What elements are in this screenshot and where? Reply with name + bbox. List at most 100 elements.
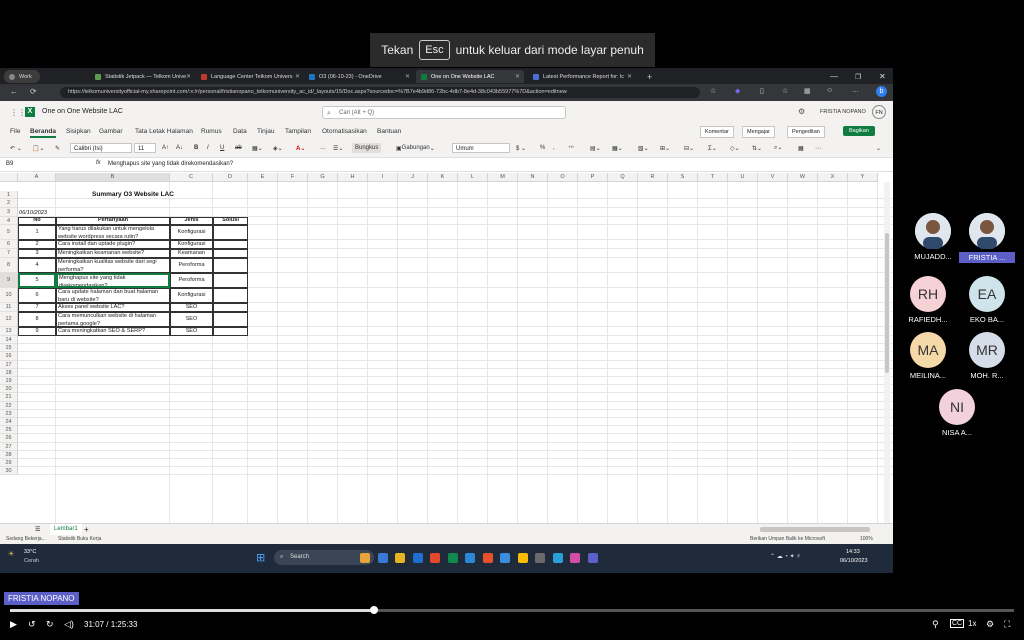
table-cell-type[interactable]: SEO [170, 303, 213, 312]
row-header[interactable]: 28 [0, 450, 18, 459]
column-header[interactable]: R [638, 173, 668, 182]
volume-icon[interactable]: ◁) [64, 619, 74, 630]
table-cell-type[interactable]: Peroforma [170, 258, 213, 273]
table-cell-question[interactable]: Cara meningkatkan SEO & SERP? [56, 327, 170, 336]
more-icon[interactable]: … [852, 87, 859, 94]
favorites-icon[interactable]: ☆ [782, 87, 788, 95]
table-cell-type[interactable]: Keamanan [170, 249, 213, 258]
table-cell-type[interactable]: Konfigurasi [170, 225, 213, 240]
row-header[interactable]: 1 [0, 191, 18, 199]
bold-icon[interactable]: B [194, 143, 198, 153]
shrink-font-icon[interactable]: A↓ [176, 143, 183, 153]
search-box[interactable]: ⌕ Cari (Alt + Q) [322, 106, 566, 119]
table-cell-question[interactable]: Meningkatkan kualitas website dari segi … [56, 258, 170, 273]
row-header[interactable]: 9 [0, 273, 18, 288]
close-tab-icon[interactable]: ✕ [295, 73, 300, 80]
participant-tile[interactable]: FRISTIA ... [959, 213, 1015, 263]
close-tab-icon[interactable]: ✕ [515, 73, 520, 80]
table-cell-question[interactable]: Akses panel website LAC? [56, 303, 170, 312]
app-launcher-icon[interactable]: ⋮⋮ [10, 108, 26, 117]
table-cell-solution[interactable] [213, 303, 248, 312]
settings-icon[interactable]: ⚙ [986, 619, 994, 630]
number-format-select[interactable]: Umum [452, 143, 510, 153]
vertical-scrollbar-thumb[interactable] [885, 233, 889, 373]
menu-tab[interactable]: Gambar [99, 128, 122, 135]
row-header[interactable]: 13 [0, 327, 18, 336]
table-cell-question[interactable]: Cara install dan uptade plugin? [56, 240, 170, 249]
captions-icon[interactable]: CC [950, 619, 965, 628]
collections-icon[interactable]: ▦ [804, 87, 811, 95]
row-header[interactable]: 22 [0, 401, 18, 410]
extension-icon[interactable]: ◆ [735, 87, 740, 95]
minimize-icon[interactable]: — [825, 70, 838, 83]
formula-input[interactable]: Menghapus site yang tidak direkomendasik… [108, 161, 233, 167]
table-cell-question[interactable]: Cara update halaman dan buat halaman bar… [56, 288, 170, 303]
taskbar-app-icon[interactable] [465, 553, 475, 563]
row-header[interactable]: 6 [0, 240, 18, 249]
taskbar-app-icon[interactable] [482, 553, 493, 563]
row-header[interactable]: 23 [0, 409, 18, 418]
find-icon[interactable]: ⌕⌄ [774, 143, 782, 153]
table-cell-solution[interactable] [213, 312, 248, 327]
new-tab-button[interactable]: + [642, 70, 652, 83]
start-icon[interactable]: ⊞ [256, 551, 265, 564]
participant-tile[interactable]: MR MOH. R... [959, 332, 1015, 380]
row-header[interactable]: 27 [0, 442, 18, 451]
row-header[interactable]: 5 [0, 225, 18, 240]
table-cell-solution[interactable] [213, 273, 248, 288]
rewind-10-icon[interactable]: ↺ [28, 619, 36, 630]
table-cell-no[interactable]: 1 [18, 225, 56, 240]
row-header[interactable]: 3 [0, 208, 18, 217]
refresh-icon[interactable]: ⟳ [30, 87, 37, 96]
user-avatar[interactable]: FN [872, 105, 886, 119]
present-button[interactable]: Mengajar [742, 126, 775, 138]
taskbar-search[interactable]: ⌕ Search [274, 550, 374, 565]
row-header[interactable]: 11 [0, 303, 18, 312]
participant-tile[interactable]: EA EKO BA... [959, 276, 1015, 324]
table-cell-solution[interactable] [213, 240, 248, 249]
column-header[interactable]: T [698, 173, 728, 182]
merge-button[interactable]: ▣ Gabungan ⌄ [396, 143, 435, 153]
table-cell-no[interactable]: 3 [18, 249, 56, 258]
share-button[interactable]: Bagikan [843, 126, 875, 136]
table-cell-solution[interactable] [213, 327, 248, 336]
paste-icon[interactable]: 📋⌄ [32, 143, 45, 153]
collapse-ribbon-icon[interactable]: ⌄ [876, 143, 881, 153]
profile-button[interactable]: Work [4, 70, 40, 83]
document-title[interactable]: One on One Website LAC [42, 108, 123, 115]
table-cell-no[interactable]: 8 [18, 312, 56, 327]
column-header[interactable]: E [248, 173, 278, 182]
video-progress-bar[interactable] [10, 606, 1014, 614]
split-screen-icon[interactable]: ▯ [760, 87, 764, 95]
row-header[interactable]: 26 [0, 434, 18, 443]
menu-tab[interactable]: Data [233, 128, 247, 135]
table-cell-no[interactable]: 7 [18, 303, 56, 312]
fullscreen-icon[interactable]: ⛶ [1004, 619, 1010, 630]
table-cell-question[interactable]: Cara memunculkan website di halaman pert… [56, 312, 170, 327]
table-cell-question[interactable]: Meningkatkan keamanan website? [56, 249, 170, 258]
row-header[interactable]: 25 [0, 426, 18, 435]
clock-date[interactable]: 06/10/2023 [840, 558, 868, 564]
column-header[interactable]: H [338, 173, 368, 182]
column-header[interactable]: N [518, 173, 548, 182]
participant-tile[interactable]: NI NISA A... [929, 389, 985, 437]
column-header[interactable]: G [308, 173, 338, 182]
table-cell-type[interactable]: Peroforma [170, 273, 213, 288]
table-cell-no[interactable]: 4 [18, 258, 56, 273]
zoom-level[interactable]: 100% [860, 536, 873, 542]
italic-icon[interactable]: I [207, 143, 209, 153]
column-header[interactable]: W [788, 173, 818, 182]
fill-color-icon[interactable]: ◈⌄ [273, 143, 283, 153]
column-header[interactable]: O [548, 173, 578, 182]
taskbar-app-icon[interactable] [360, 553, 370, 563]
cell-styles-icon[interactable]: ▧⌄ [638, 143, 649, 153]
table-cell-solution[interactable] [213, 249, 248, 258]
comment-button[interactable]: Komentar [700, 126, 734, 138]
clock-time[interactable]: 14:33 [846, 549, 860, 555]
row-header[interactable]: 24 [0, 418, 18, 427]
row-header[interactable]: 4 [0, 217, 18, 225]
format-painter-icon[interactable]: ✎ [55, 143, 60, 153]
underline-icon[interactable]: U [220, 143, 224, 153]
column-header[interactable]: V [758, 173, 788, 182]
percent-icon[interactable]: % [540, 143, 545, 153]
